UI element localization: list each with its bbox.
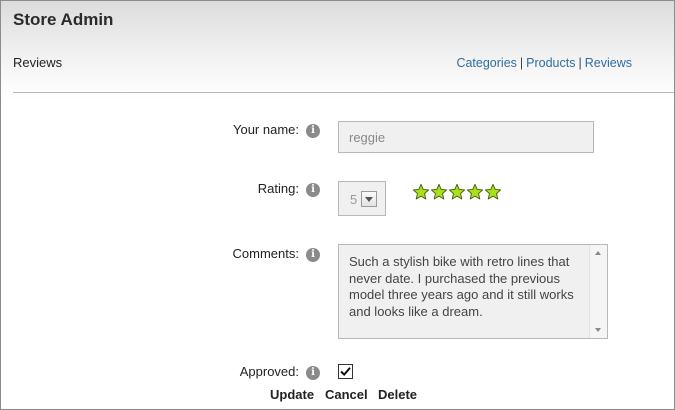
star-icon[interactable]	[466, 183, 484, 201]
scroll-down-icon[interactable]	[595, 328, 601, 332]
approved-label: Approved:	[239, 364, 299, 379]
checkmark-icon	[340, 367, 351, 377]
rating-stars	[412, 182, 504, 202]
info-icon[interactable]: i	[306, 124, 320, 138]
scroll-up-icon[interactable]	[595, 251, 601, 255]
approved-checkbox[interactable]	[338, 364, 353, 379]
app-title: Store Admin	[13, 10, 114, 29]
update-button[interactable]: Update	[270, 387, 314, 402]
rating-select[interactable]: 5	[338, 181, 386, 216]
page-title: Reviews	[13, 55, 63, 70]
nav-link-reviews[interactable]: Reviews	[585, 56, 632, 70]
star-icon[interactable]	[412, 183, 430, 201]
comments-textarea[interactable]: Such a stylish bike with retro lines tha…	[338, 244, 608, 339]
nav-separator: |	[519, 56, 524, 70]
rating-select-value: 5	[350, 192, 358, 207]
chevron-down-icon[interactable]	[361, 191, 377, 207]
top-nav: Categories | Products | Reviews	[456, 56, 632, 70]
info-icon[interactable]: i	[306, 248, 320, 262]
nav-link-products[interactable]: Products	[526, 56, 575, 70]
cancel-button[interactable]: Cancel	[325, 387, 368, 402]
star-icon[interactable]	[430, 183, 448, 201]
header-divider	[13, 92, 674, 93]
name-input[interactable]	[338, 121, 594, 153]
info-icon[interactable]: i	[306, 183, 320, 197]
star-icon[interactable]	[448, 183, 466, 201]
nav-link-categories[interactable]: Categories	[456, 56, 516, 70]
nav-separator: |	[578, 56, 582, 70]
delete-button[interactable]: Delete	[378, 387, 417, 402]
admin-window: Store Admin Reviews Categories | Products |…	[0, 0, 675, 410]
comments-text: Such a stylish bike with retro lines tha…	[349, 254, 574, 319]
comments-scrollbar[interactable]	[589, 245, 607, 338]
name-label: Your name:	[232, 122, 299, 137]
info-icon[interactable]: i	[306, 366, 320, 380]
comments-label: Comments:	[232, 246, 299, 261]
star-icon[interactable]	[484, 183, 502, 201]
rating-label: Rating:	[257, 181, 299, 196]
